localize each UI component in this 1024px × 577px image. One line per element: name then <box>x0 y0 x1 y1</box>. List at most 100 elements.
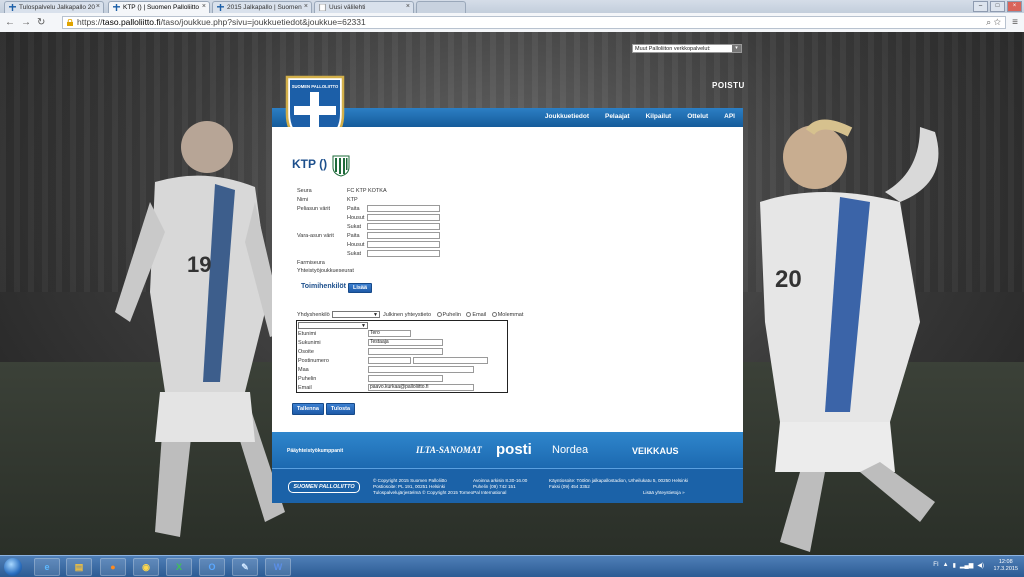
tab-ktp[interactable]: KTP () | Suomen Palloliitto × <box>108 1 210 13</box>
address-input[interactable] <box>368 348 443 355</box>
nav-ottelut[interactable]: Ottelut <box>687 113 708 120</box>
forward-arrow-icon[interactable]: → <box>21 17 31 28</box>
window-close-icon[interactable]: × <box>1007 1 1022 12</box>
country-input[interactable] <box>368 366 474 373</box>
tab-new[interactable]: Uusi välilehti × <box>314 1 414 13</box>
tab-tulospalvelu[interactable]: Tulospalvelu Jalkapallo 20 × <box>4 1 104 13</box>
nav-kilpailut[interactable]: Kilpailut <box>646 113 672 120</box>
print-button[interactable]: Tulosta <box>326 403 355 415</box>
radio-label-molemmat: Molemmat <box>497 312 524 318</box>
close-icon[interactable]: × <box>406 3 410 10</box>
label-puhelin: Puhelin <box>298 376 317 382</box>
away-shirt-input[interactable] <box>367 232 440 239</box>
palloliitto-favicon-icon <box>9 4 16 11</box>
first-name-input[interactable]: Tero <box>368 330 411 337</box>
notepad-icon[interactable]: ✎ <box>232 558 258 576</box>
label-nimi: Nimi <box>297 197 308 203</box>
radio-email[interactable] <box>466 312 472 318</box>
outlook-icon[interactable]: O <box>199 558 225 576</box>
home-socks-input[interactable] <box>367 223 440 230</box>
minimize-icon[interactable]: – <box>973 1 988 12</box>
browser-toolbar: ← → ↻ https://taso.palloliitto.fi/taso/j… <box>0 13 1024 33</box>
taskbar-clock[interactable]: 12:08 17.3.2015 <box>994 559 1018 573</box>
label-yhdyshenkilo: Yhdyshenkilö <box>297 312 330 318</box>
tab-2015-jalkapallo[interactable]: 2015 Jalkapallo | Suomen × <box>212 1 312 13</box>
sponsor-nordea[interactable]: Nordea <box>552 444 588 456</box>
sponsor-posti[interactable]: posti <box>496 441 532 458</box>
logout-link[interactable]: POISTU <box>712 81 745 90</box>
official-select[interactable]: ▼ <box>298 322 368 329</box>
nav-pelaajat[interactable]: Pelaajat <box>605 113 630 120</box>
hamburger-menu-icon[interactable]: ≡ <box>1012 17 1018 28</box>
back-arrow-icon[interactable]: ← <box>5 17 15 28</box>
network-icon[interactable]: ▮ <box>953 562 956 569</box>
save-button[interactable]: Tallenna <box>292 403 324 415</box>
sponsor-label: Pääyhteistyökumppanit <box>287 448 344 454</box>
footer-col-2: Avoinna arkisin 8.30-16.00 Puhelin (09) … <box>473 478 527 490</box>
volume-icon[interactable]: ◀) <box>977 562 984 569</box>
new-tab-button[interactable] <box>416 1 466 13</box>
start-button-icon[interactable] <box>4 558 22 576</box>
file-explorer-icon[interactable]: ▤ <box>66 558 92 576</box>
url-host: taso.palloliitto.fi <box>102 17 161 27</box>
radio-puhelin[interactable] <box>436 312 442 318</box>
internet-explorer-icon[interactable]: e <box>34 558 60 576</box>
firefox-icon[interactable]: ● <box>100 558 126 576</box>
lock-icon <box>67 19 73 26</box>
bookmark-star-icon[interactable]: ☆ <box>994 17 1001 27</box>
add-official-button[interactable]: Lisää <box>348 283 372 293</box>
signal-icon[interactable]: ▂▄▆ <box>960 562 973 569</box>
sponsor-veikkaus[interactable]: VEIKKAUS <box>632 446 679 456</box>
home-shorts-input[interactable] <box>367 214 440 221</box>
close-icon[interactable]: × <box>304 3 308 10</box>
value-nimi: KTP <box>347 197 358 203</box>
home-shirt-input[interactable] <box>367 205 440 212</box>
close-icon[interactable]: × <box>202 3 206 10</box>
footer-text: Tulospalvelujärjestelmä © Copyright 2015… <box>373 490 507 495</box>
word-icon[interactable]: W <box>265 558 291 576</box>
svg-text:19: 19 <box>187 252 211 277</box>
language-indicator[interactable]: FI <box>933 562 938 569</box>
footer-logo[interactable]: SUOMEN PALLOLIITTO <box>288 481 360 493</box>
close-icon[interactable]: × <box>96 3 100 10</box>
email-input[interactable]: paavo.kurkaa@palloliitto.fi <box>368 384 474 391</box>
player-19-image: 19 <box>115 121 285 537</box>
label-osoite: Osoite <box>298 349 314 355</box>
reload-icon[interactable]: ↻ <box>37 17 45 28</box>
footer-col-3: Käyntiosoite: Töölön jalkapallostadion, … <box>549 478 688 496</box>
tab-label: KTP () | Suomen Palloliitto <box>123 4 199 11</box>
last-name-input[interactable]: Testaaja <box>368 339 443 346</box>
contact-person-select[interactable]: ▼ <box>332 311 380 318</box>
show-hidden-icons-icon[interactable]: ▲ <box>943 562 949 569</box>
sponsor-iltasanomat[interactable]: ILTA-SANOMAT <box>416 445 482 455</box>
radio-label-puhelin: Puhelin <box>442 312 461 318</box>
svg-text:20: 20 <box>775 266 802 293</box>
chrome-icon[interactable]: ◉ <box>133 558 159 576</box>
nav-joukkuetiedot[interactable]: Joukkuetiedot <box>545 113 589 120</box>
url-scheme: https:// <box>77 17 103 27</box>
away-shorts-input[interactable] <box>367 241 440 248</box>
address-bar[interactable]: https://taso.palloliitto.fi/taso/joukkue… <box>62 16 1006 29</box>
away-socks-input[interactable] <box>367 250 440 257</box>
maximize-icon[interactable]: □ <box>990 1 1005 12</box>
content-panel: KTP () Seura FC KTP KOTKA Nimi KTP Pelia… <box>272 127 743 432</box>
city-input[interactable] <box>413 357 488 364</box>
label-home-shorts: Housut <box>347 215 365 221</box>
search-icon[interactable]: ⌕ <box>986 17 991 27</box>
radio-molemmat[interactable] <box>491 312 497 318</box>
dropdown-arrow-icon: ▼ <box>373 312 378 318</box>
more-contacts-link[interactable]: Lisää yhteystietoja » <box>549 490 688 496</box>
window-controls: – □ × <box>973 1 1022 12</box>
palloliitto-favicon-icon <box>113 4 120 11</box>
url-path: /taso/joukkue.php?sivu=joukkuetiedot&jou… <box>160 17 366 27</box>
excel-icon[interactable]: X <box>166 558 192 576</box>
label-public-contact: Julkinen yhteystieto <box>383 312 431 318</box>
phone-input[interactable] <box>368 375 443 382</box>
label-away-shirt: Paita <box>347 233 360 239</box>
nav-api[interactable]: API <box>724 113 735 120</box>
tab-label: 2015 Jalkapallo | Suomen <box>227 4 302 11</box>
value-seura: FC KTP KOTKA <box>347 188 387 194</box>
postal-code-input[interactable] <box>368 357 411 364</box>
label-seura: Seura <box>297 188 312 194</box>
other-services-select[interactable]: Muut Palloliiton verkkopalvelut: ▾ <box>632 44 742 53</box>
